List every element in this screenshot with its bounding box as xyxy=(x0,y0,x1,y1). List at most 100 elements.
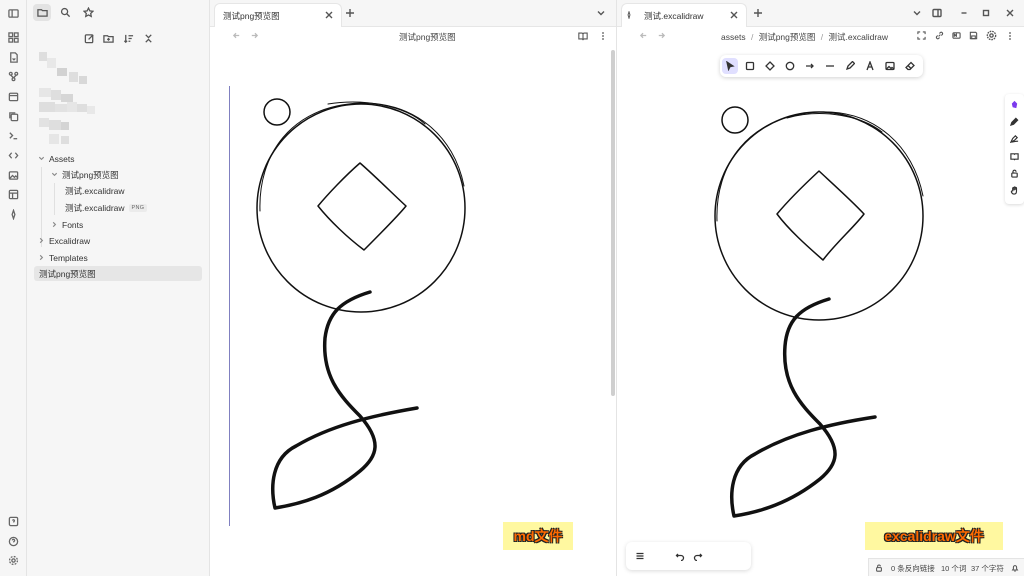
minimize-icon[interactable] xyxy=(957,6,971,20)
folder-fonts[interactable]: Fonts xyxy=(50,217,83,232)
save-icon[interactable] xyxy=(969,31,978,40)
image-icon[interactable] xyxy=(6,168,20,182)
pixelated-vault-content xyxy=(39,52,99,147)
char-count: 37 个字符 xyxy=(971,564,1004,573)
search-tab[interactable] xyxy=(56,4,74,21)
folder-assets[interactable]: Assets xyxy=(37,151,75,166)
folder-excalidraw[interactable]: Excalidraw xyxy=(37,233,90,248)
more-options-icon[interactable] xyxy=(598,31,608,43)
close-icon[interactable] xyxy=(324,10,334,20)
collapse-all-button[interactable] xyxy=(141,31,155,45)
excalidraw-pane: 测试.excalidraw assets / 测试png预览图 / 测试.exc… xyxy=(617,0,1024,576)
chevron-right-icon xyxy=(50,221,58,229)
file-explorer-sidebar: Assets 测试png预览图 测试.excalidraw 测试.excalid… xyxy=(27,0,210,576)
excalidraw-icon[interactable] xyxy=(6,207,20,221)
new-note-button[interactable] xyxy=(82,31,96,45)
notification-bell-icon[interactable] xyxy=(1011,564,1019,574)
menu-icon[interactable] xyxy=(634,550,646,562)
chevron-down-icon xyxy=(37,155,45,163)
file-excalidraw-png[interactable]: 测试.excalidraw PNG xyxy=(65,200,148,215)
dashboard-icon[interactable] xyxy=(6,30,20,44)
obsidian-tools-panel xyxy=(1005,94,1024,204)
forward-arrow-icon[interactable] xyxy=(250,31,259,42)
view-header: 测试png预览图 xyxy=(210,27,616,46)
highlighter-icon[interactable] xyxy=(1008,132,1021,145)
help-icon-box[interactable] xyxy=(6,514,20,528)
close-icon[interactable] xyxy=(729,10,739,20)
folder-templates[interactable]: Templates xyxy=(37,250,88,265)
tab-excalidraw[interactable]: 测试.excalidraw xyxy=(621,3,747,27)
sort-button[interactable] xyxy=(121,31,135,45)
view-title[interactable]: 测试png预览图 xyxy=(399,31,456,43)
tab-bar: 测试png预览图 xyxy=(210,0,616,27)
tab-preview-note[interactable]: 测试png预览图 xyxy=(214,3,342,27)
breadcrumb-item[interactable]: 测试.excalidraw xyxy=(829,32,889,42)
file-excalidraw[interactable]: 测试.excalidraw xyxy=(65,183,125,198)
script-engine-icon[interactable] xyxy=(986,30,997,41)
new-folder-button[interactable] xyxy=(101,31,115,45)
terminal-icon[interactable] xyxy=(6,128,20,142)
md-file-label: md文件 xyxy=(503,522,573,550)
lock-icon[interactable] xyxy=(1008,167,1021,180)
chevron-right-icon xyxy=(37,254,45,262)
reading-view-icon[interactable] xyxy=(578,31,588,43)
help-icon[interactable] xyxy=(6,534,20,548)
folder-preview[interactable]: 测试png预览图 xyxy=(50,167,119,182)
word-count: 10 个词 xyxy=(941,564,967,573)
code-percent-icon[interactable] xyxy=(6,148,20,162)
fullscreen-icon[interactable] xyxy=(917,31,926,40)
left-ribbon xyxy=(0,0,27,576)
excalidraw-file-label: excalidraw文件 xyxy=(865,522,1003,550)
excalidraw-bottom-bar xyxy=(626,542,751,570)
backlinks-count[interactable]: 0 条反向链接 xyxy=(891,563,935,574)
search-icon xyxy=(60,7,70,18)
hand-pan-icon[interactable] xyxy=(1008,184,1021,197)
new-tab-button[interactable] xyxy=(343,6,357,20)
file-preview-note[interactable]: 测试png预览图 xyxy=(34,266,202,281)
book-icon[interactable] xyxy=(1008,150,1021,163)
layout-icon[interactable] xyxy=(6,187,20,201)
forward-arrow-icon[interactable] xyxy=(657,31,666,42)
sidebar-toggle-icon[interactable] xyxy=(6,6,20,20)
view-header: assets / 测试png预览图 / 测试.excalidraw xyxy=(617,27,1024,46)
star-icon xyxy=(82,7,94,18)
breadcrumb: assets / 测试png预览图 / 测试.excalidraw xyxy=(721,32,889,42)
undo-icon[interactable] xyxy=(674,550,686,562)
tab-list-chevron-down-icon[interactable] xyxy=(910,6,924,20)
excalidraw-canvas-drawing xyxy=(714,106,924,518)
settings-gear-icon[interactable] xyxy=(6,553,20,567)
obsidian-logo-icon[interactable] xyxy=(1008,98,1021,111)
embedded-drawing-preview xyxy=(256,98,466,510)
tab-bar: 测试.excalidraw xyxy=(617,0,1024,27)
bookmarks-tab[interactable] xyxy=(79,4,97,21)
status-bar: 0 条反向链接 10 个词 37 个字符 xyxy=(868,558,1024,576)
folder-icon xyxy=(36,9,48,17)
breadcrumb-item[interactable]: 测试png预览图 xyxy=(759,32,816,42)
more-options-icon[interactable] xyxy=(1005,31,1015,41)
calendar-icon[interactable] xyxy=(6,89,20,103)
new-tab-button[interactable] xyxy=(751,6,765,20)
window-close-icon[interactable] xyxy=(1003,6,1017,20)
back-arrow-icon[interactable] xyxy=(639,31,648,42)
obsidian-window: Assets 测试png预览图 测试.excalidraw 测试.excalid… xyxy=(0,0,1024,576)
link-icon[interactable] xyxy=(935,31,944,40)
tab-list-chevron-down-icon[interactable] xyxy=(594,6,608,20)
copy-icon[interactable] xyxy=(6,109,20,123)
chevron-right-icon xyxy=(37,237,45,245)
markdown-pane: 测试png预览图 测试png预览图 md文件 xyxy=(210,0,616,576)
import-icon[interactable] xyxy=(6,50,20,64)
maximize-icon[interactable] xyxy=(979,6,993,20)
pen-icon[interactable] xyxy=(1008,115,1021,128)
png-badge: PNG xyxy=(128,203,148,212)
files-tab[interactable] xyxy=(33,4,51,21)
excalidraw-file-icon xyxy=(627,11,631,19)
chevron-down-icon xyxy=(50,171,58,179)
breadcrumb-item[interactable]: assets xyxy=(721,32,746,42)
back-arrow-icon[interactable] xyxy=(232,31,241,42)
graph-icon[interactable] xyxy=(6,69,20,83)
split-right-sidebar-icon[interactable] xyxy=(930,6,944,20)
scrollbar[interactable] xyxy=(611,50,615,396)
sync-lock-icon[interactable] xyxy=(875,564,883,574)
markdown-view-icon[interactable] xyxy=(952,31,961,40)
redo-icon[interactable] xyxy=(692,550,704,562)
